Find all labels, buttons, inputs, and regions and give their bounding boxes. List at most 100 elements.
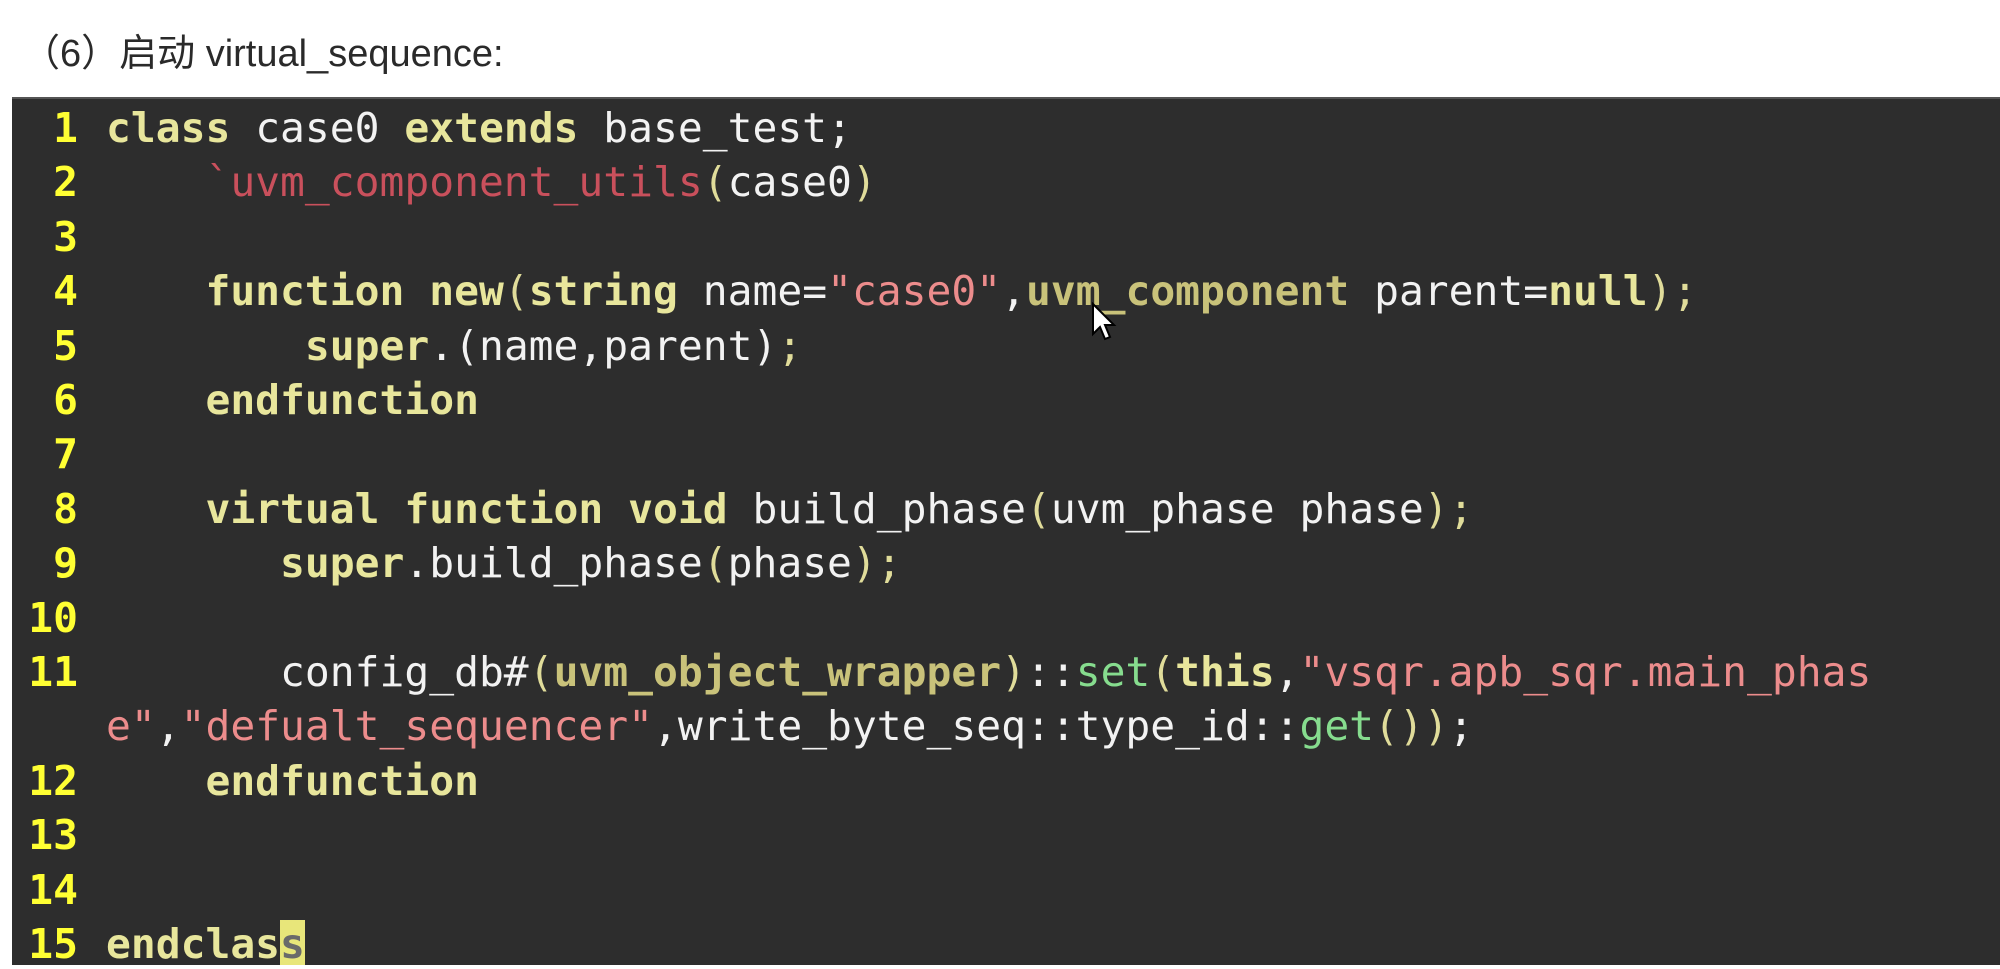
- code-token: config_db#: [106, 648, 529, 697]
- code-line: 2 `uvm_component_utils(case0): [12, 155, 1996, 209]
- code-token: ,: [1274, 648, 1300, 697]
- code-token: class: [106, 104, 231, 152]
- line-number: 6: [53, 376, 78, 425]
- code-token: );: [851, 539, 902, 588]
- line-number: 5: [53, 321, 78, 370]
- line-number: 11: [28, 648, 78, 697]
- code-token: parent=: [1349, 267, 1549, 316]
- text-cursor: s: [280, 920, 305, 965]
- line-text: function new(string name="case0",uvm_com…: [106, 264, 1996, 318]
- code-token: super: [304, 321, 430, 370]
- code-token: virtual: [205, 484, 380, 533]
- line-text: endfunction: [106, 754, 1996, 808]
- code-line: 7: [12, 427, 1996, 481]
- code-token: case0: [727, 158, 852, 207]
- line-number: 7: [53, 430, 78, 479]
- code-line: 10: [12, 591, 1996, 645]
- line-number: 9: [53, 539, 78, 588]
- line-text: [106, 210, 1996, 264]
- code-token: (: [528, 648, 554, 697]
- code-token: );: [1647, 267, 1698, 316]
- code-line: 15 endclass: [12, 917, 1996, 965]
- code-token: endclas: [106, 920, 281, 965]
- line-text: super.(name,parent);: [106, 319, 1996, 373]
- line-text: [106, 591, 1996, 645]
- line-text: class case0 extends base_test;: [106, 101, 1996, 155]
- code-token: function: [404, 484, 604, 533]
- mouse-pointer-icon: [1092, 302, 1117, 341]
- code-lines: 1 class case0 extends base_test; 2 `uvm_co…: [12, 101, 1996, 965]
- section-heading: （6）启动 virtual_sequence:: [22, 33, 504, 75]
- code-token: function: [205, 267, 405, 316]
- code-token: base_test;: [578, 104, 852, 152]
- line-number: 14: [28, 865, 78, 914]
- code-token: uvm_object_wrapper: [553, 648, 1002, 697]
- line-number: 15: [28, 920, 78, 965]
- code-token: build_phase: [727, 484, 1026, 533]
- code-editor[interactable]: 1 class case0 extends base_test; 2 `uvm_co…: [12, 97, 2000, 965]
- code-token: name=: [677, 267, 828, 316]
- code-line: 3: [12, 210, 1996, 264]
- code-line: 11 config_db#(uvm_object_wrapper)::set(t…: [12, 645, 1996, 754]
- code-line: 8 virtual function void build_phase(uvm_…: [12, 482, 1996, 536]
- code-token: null: [1548, 267, 1648, 316]
- code-token: ,write_byte_seq::type_id::: [653, 702, 1300, 751]
- code-line: 4 function new(string name="case0",uvm_c…: [12, 264, 1996, 318]
- code-token: void: [628, 484, 728, 533]
- code-token: .build_phase: [404, 539, 703, 588]
- code-token: phase: [727, 539, 852, 588]
- code-line: 12 endfunction: [12, 754, 1996, 808]
- line-number: 4: [53, 267, 78, 316]
- line-text: `uvm_component_utils(case0): [106, 155, 1996, 209]
- code-token: endfunction: [205, 756, 479, 805]
- line-text: endclass: [106, 917, 1996, 965]
- code-token: ;: [777, 321, 803, 370]
- code-token: ,: [1001, 267, 1026, 316]
- code-line: 13: [12, 808, 1996, 862]
- line-number: 3: [53, 212, 78, 261]
- line-text: super.build_phase(phase);: [106, 536, 1996, 590]
- code-token: (: [1025, 484, 1051, 533]
- code-token: super: [280, 539, 405, 588]
- line-number: 13: [28, 811, 78, 860]
- line-number: 2: [53, 158, 78, 207]
- line-number: 10: [28, 593, 78, 642]
- code-token: );: [1423, 484, 1474, 533]
- code-token: extends: [404, 104, 579, 152]
- code-token: ()): [1374, 702, 1449, 751]
- code-token: new: [429, 267, 504, 316]
- line-text: [106, 863, 1996, 917]
- code-token: ,: [155, 702, 181, 751]
- code-token: ;: [1448, 702, 1474, 751]
- line-number: 1: [53, 104, 78, 152]
- code-token: ::: [1025, 648, 1076, 697]
- code-token: get: [1299, 702, 1375, 751]
- line-text: endfunction: [106, 373, 1996, 427]
- code-token: .(name,parent): [429, 321, 778, 370]
- line-text: config_db#(uvm_object_wrapper)::set(this…: [106, 645, 1996, 754]
- code-token: ): [1001, 648, 1026, 697]
- code-token: (: [702, 158, 728, 207]
- code-line: 14: [12, 863, 1996, 917]
- line-text: [106, 427, 1996, 481]
- code-line: 5 super.(name,parent);: [12, 319, 1996, 373]
- code-token: this: [1175, 648, 1275, 697]
- code-token: ): [851, 158, 877, 207]
- code-line: 9 super.build_phase(phase);: [12, 536, 1996, 590]
- line-text: virtual function void build_phase(uvm_ph…: [106, 482, 1996, 536]
- code-token: "defualt_sequencer": [180, 702, 654, 751]
- code-token: endfunction: [205, 376, 479, 425]
- code-token: uvm_component: [1026, 267, 1350, 316]
- code-line: 6 endfunction: [12, 373, 1996, 427]
- code-token: uvm_phase phase: [1050, 484, 1424, 533]
- code-token: (: [702, 539, 728, 588]
